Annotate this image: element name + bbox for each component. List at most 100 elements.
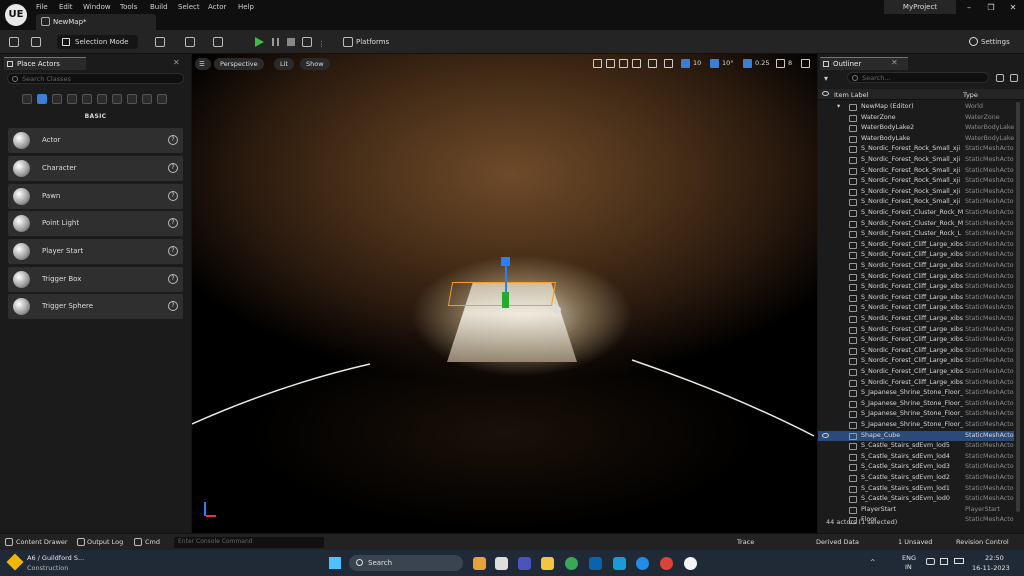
task-view-icon[interactable]: [495, 557, 508, 570]
outliner-row[interactable]: S_Nordic_Forest_Cliff_Large_xibs StaticMe…: [818, 367, 1014, 378]
menu-edit[interactable]: Edit: [59, 3, 73, 11]
actor-item-point-light[interactable]: Point Light ?: [8, 211, 183, 236]
visibility-icon[interactable]: [822, 432, 829, 438]
selection-mode-dropdown[interactable]: Selection Mode: [57, 35, 138, 49]
outliner-row[interactable]: S_Nordic_Forest_Rock_Small_xji StaticMesh…: [818, 187, 1014, 198]
outliner-row[interactable]: S_Castle_Stairs_sdEvm_lod1 StaticMeshActo…: [818, 484, 1014, 495]
column-item-label[interactable]: Item Label: [834, 91, 868, 99]
stop-icon[interactable]: [287, 38, 295, 46]
battery-icon[interactable]: [954, 558, 964, 564]
folder-icon[interactable]: [613, 557, 626, 570]
chrome-profile-icon[interactable]: [660, 557, 673, 570]
outliner-row[interactable]: S_Japanese_Shrine_Stone_Floor_ StaticMesh…: [818, 388, 1014, 399]
close-tab-icon[interactable]: ✕: [173, 58, 180, 67]
output-log-button[interactable]: Output Log: [87, 538, 123, 546]
basic-icon[interactable]: [37, 94, 47, 104]
outliner-row[interactable]: S_Castle_Stairs_sdEvm_lod0 StaticMeshActo…: [818, 494, 1014, 505]
outliner-row[interactable]: PlayerStart PlayerStart: [818, 505, 1014, 516]
help-icon[interactable]: ?: [168, 191, 178, 201]
add-folder-icon[interactable]: [996, 74, 1004, 82]
more-options-icon[interactable]: ⋮: [318, 40, 325, 48]
help-icon[interactable]: ?: [168, 301, 178, 311]
language-indicator[interactable]: ENG: [902, 554, 916, 562]
chrome-icon[interactable]: [565, 557, 578, 570]
actor-item-trigger-sphere[interactable]: Trigger Sphere ?: [8, 294, 183, 319]
left-spline[interactable]: [192, 363, 371, 425]
outliner-row[interactable]: S_Nordic_Forest_Cliff_Large_xibs StaticMe…: [818, 282, 1014, 293]
shapes-icon[interactable]: [67, 94, 77, 104]
actor-item-actor[interactable]: Actor ?: [8, 128, 183, 153]
console-input[interactable]: Enter Console Command: [174, 537, 324, 548]
add-actor-icon[interactable]: [155, 37, 165, 47]
unsaved-button[interactable]: 1 Unsaved: [898, 538, 932, 546]
maximize-button[interactable]: ❐: [980, 2, 1002, 14]
mail-icon[interactable]: [589, 557, 602, 570]
document-tab[interactable]: NewMap*: [36, 14, 156, 30]
cmd-dropdown[interactable]: Cmd: [145, 538, 160, 546]
help-icon[interactable]: ?: [168, 163, 178, 173]
clock-time[interactable]: 22:50: [985, 554, 1004, 562]
content-browser-icon[interactable]: [31, 37, 41, 47]
help-icon[interactable]: ?: [168, 218, 178, 228]
minimize-button[interactable]: –: [958, 2, 980, 14]
taskbar-search[interactable]: Search: [349, 555, 463, 571]
recent-icon[interactable]: [22, 94, 32, 104]
expand-arrow-icon[interactable]: ▾: [837, 103, 840, 110]
menu-select[interactable]: Select: [178, 3, 200, 11]
actor-item-trigger-box[interactable]: Trigger Box ?: [8, 267, 183, 292]
close-tab-icon[interactable]: ✕: [891, 58, 898, 67]
file-explorer-icon[interactable]: [541, 557, 554, 570]
filter-icon[interactable]: ▾: [824, 74, 828, 83]
outliner-row[interactable]: S_Nordic_Forest_Cliff_Large_xibs StaticMe…: [818, 314, 1014, 325]
outliner-row[interactable]: S_Nordic_Forest_Cliff_Large_xibs StaticMe…: [818, 261, 1014, 272]
outliner-row[interactable]: S_Nordic_Forest_Cluster_Rock_L StaticMesh…: [818, 229, 1014, 240]
outliner-row[interactable]: ▾ NewMap (Editor) World: [818, 102, 1014, 113]
wifi-icon[interactable]: [926, 558, 935, 565]
volume-icon[interactable]: [940, 558, 948, 565]
content-drawer-button[interactable]: Content Drawer: [16, 538, 68, 546]
save-icon[interactable]: [9, 37, 19, 47]
all-classes-icon[interactable]: [142, 94, 152, 104]
outliner-row[interactable]: S_Castle_Stairs_sdEvm_lod2 StaticMeshActo…: [818, 473, 1014, 484]
tray-overflow-icon[interactable]: ^: [870, 558, 875, 566]
menu-window[interactable]: Window: [83, 3, 111, 11]
volumes-icon[interactable]: [112, 94, 122, 104]
cinematic-icon[interactable]: [82, 94, 92, 104]
outliner-row[interactable]: S_Nordic_Forest_Cliff_Large_xibs StaticMe…: [818, 325, 1014, 336]
outliner-row[interactable]: S_Nordic_Forest_Cliff_Large_xibs StaticMe…: [818, 272, 1014, 283]
lights-icon[interactable]: [52, 94, 62, 104]
edge-icon[interactable]: [636, 557, 649, 570]
place-actors-tab[interactable]: Place Actors: [4, 57, 86, 70]
chat-icon[interactable]: [473, 557, 486, 570]
outliner-row[interactable]: S_Castle_Stairs_sdEvm_lod3 StaticMeshActo…: [818, 462, 1014, 473]
outliner-scrollbar[interactable]: [1016, 102, 1020, 512]
outliner-search-input[interactable]: Search...: [847, 72, 989, 83]
outliner-row[interactable]: S_Nordic_Forest_Cluster_Rock_M StaticMesh…: [818, 219, 1014, 230]
close-button[interactable]: ✕: [1002, 2, 1024, 14]
outliner-row[interactable]: S_Nordic_Forest_Rock_Small_xji StaticMesh…: [818, 197, 1014, 208]
outliner-row[interactable]: S_Nordic_Forest_Rock_Small_xji StaticMesh…: [818, 155, 1014, 166]
blueprint-icon[interactable]: [185, 37, 195, 47]
menu-actor[interactable]: Actor: [208, 3, 226, 11]
outliner-row[interactable]: S_Nordic_Forest_Cliff_Large_xibs StaticMe…: [818, 378, 1014, 389]
outliner-row[interactable]: S_Japanese_Shrine_Stone_Floor_ StaticMesh…: [818, 409, 1014, 420]
unreal-engine-icon[interactable]: [684, 557, 697, 570]
revision-control-button[interactable]: Revision Control: [956, 538, 1009, 546]
outliner-row[interactable]: S_Nordic_Forest_Cliff_Large_xibs StaticMe…: [818, 356, 1014, 367]
clock-date[interactable]: 16-11-2023: [972, 564, 1010, 572]
outliner-row[interactable]: S_Castle_Stairs_sdEvm_lod4 StaticMeshActo…: [818, 452, 1014, 463]
right-spline[interactable]: [631, 359, 815, 437]
outliner-row[interactable]: WaterZone WaterZone: [818, 113, 1014, 124]
outliner-row[interactable]: S_Nordic_Forest_Cliff_Large_xibs StaticMe…: [818, 303, 1014, 314]
settings-button[interactable]: Settings: [981, 38, 1010, 46]
geometry-icon[interactable]: [127, 94, 137, 104]
actor-item-player-start[interactable]: Player Start ?: [8, 239, 183, 264]
actor-item-character[interactable]: Character ?: [8, 156, 183, 181]
platforms-button[interactable]: Platforms: [356, 38, 389, 46]
cinematics-icon[interactable]: [213, 37, 223, 47]
outliner-row[interactable]: S_Japanese_Shrine_Stone_Floor_ StaticMesh…: [818, 420, 1014, 431]
level-viewport[interactable]: ☰ Perspective Lit Show 10 10° 0.25 8: [192, 54, 817, 533]
outliner-row[interactable]: WaterBodyLake WaterBodyLake: [818, 134, 1014, 145]
help-icon[interactable]: ?: [168, 135, 178, 145]
outliner-row[interactable]: S_Nordic_Forest_Cliff_Large_xibs StaticMe…: [818, 346, 1014, 357]
